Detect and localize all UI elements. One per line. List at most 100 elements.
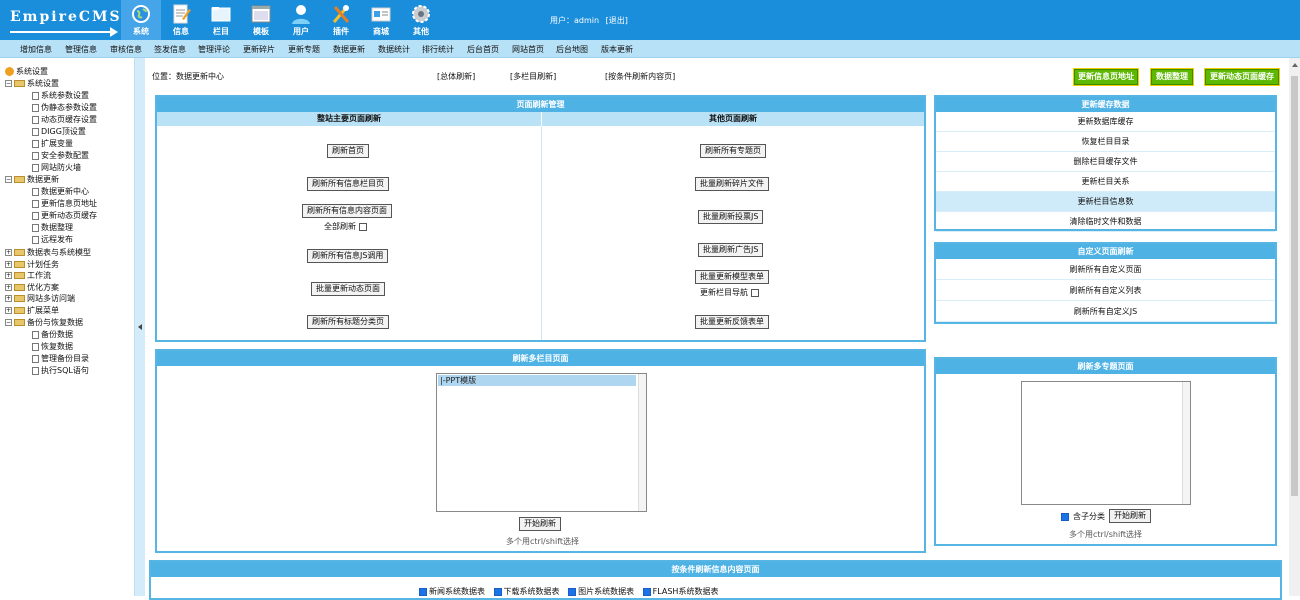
refresh-column-pages-button[interactable]: 刷新所有信息栏目页 xyxy=(307,177,389,191)
quick-version-update[interactable]: 版本更新 xyxy=(601,44,633,55)
flash-table-checkbox[interactable] xyxy=(642,587,651,596)
quick-manage-comments[interactable]: 管理评论 xyxy=(198,44,230,55)
nav-column[interactable]: 栏目 xyxy=(201,0,241,40)
tree-group-tables-models[interactable]: + 数据表与系统模型 xyxy=(5,247,91,258)
quick-data-update[interactable]: 数据更新 xyxy=(333,44,365,55)
tree-item[interactable]: 动态页缓存设置 xyxy=(32,114,97,125)
download-table-checkbox[interactable] xyxy=(493,587,502,596)
quick-admin-home[interactable]: 后台首页 xyxy=(467,44,499,55)
quick-update-fragments[interactable]: 更新碎片 xyxy=(243,44,275,55)
list-scrollbar[interactable] xyxy=(638,374,646,511)
tree-group-workflow[interactable]: + 工作流 xyxy=(5,270,51,281)
nav-info[interactable]: 信息 xyxy=(161,0,201,40)
refresh-title-category-button[interactable]: 刷新所有标题分类页 xyxy=(307,315,389,329)
tree-group-scheduled-tasks[interactable]: + 计划任务 xyxy=(5,259,59,270)
tree-group-system-settings[interactable]: − 系统设置 xyxy=(5,78,59,89)
tree-item[interactable]: 网站防火墙 xyxy=(32,162,81,173)
quick-menu: 增加信息 管理信息 审核信息 签发信息 管理评论 更新碎片 更新专题 数据更新 … xyxy=(0,40,1300,58)
restore-column-dir-link[interactable]: 恢复栏目目录 xyxy=(936,132,1275,152)
news-table-checkbox[interactable] xyxy=(419,587,427,596)
column-select-list[interactable]: |-PPT模版 xyxy=(436,373,647,512)
tree-item[interactable]: 恢复数据 xyxy=(32,341,73,352)
update-info-url-button[interactable]: 更新信息页地址 xyxy=(1073,68,1139,86)
tree-item[interactable]: 执行SQL语句 xyxy=(32,365,89,376)
link-total-refresh[interactable]: [总体刷新] xyxy=(437,71,475,82)
nav-template[interactable]: 模板 xyxy=(241,0,281,40)
clear-temp-files-link[interactable]: 清除临时文件和数据 xyxy=(936,212,1275,232)
quick-sign-info[interactable]: 签发信息 xyxy=(154,44,186,55)
update-column-relation-link[interactable]: 更新栏目关系 xyxy=(936,172,1275,192)
data-cleanup-button[interactable]: 数据整理 xyxy=(1150,68,1194,86)
tree-item-data-update-center[interactable]: 数据更新中心 xyxy=(32,186,89,197)
tree-root[interactable]: 系统设置 xyxy=(5,66,48,77)
start-refresh-columns-button[interactable]: 开始刷新 xyxy=(519,517,561,531)
refresh-custom-pages-link[interactable]: 刷新所有自定义页面 xyxy=(936,259,1275,280)
quick-manage-info[interactable]: 管理信息 xyxy=(65,44,97,55)
tree-item[interactable]: 扩展变量 xyxy=(32,138,73,149)
tree-group-extend-menu[interactable]: + 扩展菜单 xyxy=(5,305,59,316)
quick-add-info[interactable]: 增加信息 xyxy=(20,44,52,55)
tree-group-optimization[interactable]: + 优化方案 xyxy=(5,282,59,293)
select-hint: 多个用ctrl/shift选择 xyxy=(506,537,580,546)
refresh-content-pages-button[interactable]: 刷新所有信息内容页面 xyxy=(302,204,392,218)
scroll-up-icon[interactable] xyxy=(1292,63,1298,67)
nav-shop[interactable]: 商城 xyxy=(361,0,401,40)
tree-item[interactable]: 管理备份目录 xyxy=(32,353,89,364)
photo-table-checkbox[interactable] xyxy=(568,587,577,596)
sidebar-toggle[interactable] xyxy=(134,58,145,596)
tree-item[interactable]: 安全参数配置 xyxy=(32,150,89,161)
tree-item[interactable]: DIGG顶设置 xyxy=(32,126,86,137)
tree-item[interactable]: 系统参数设置 xyxy=(32,90,89,101)
nav-plugin[interactable]: 插件 xyxy=(321,0,361,40)
quick-site-home[interactable]: 网站首页 xyxy=(512,44,544,55)
scroll-thumb[interactable] xyxy=(1291,76,1298,496)
update-feedback-form-button[interactable]: 批量更新反馈表单 xyxy=(695,315,769,329)
logo[interactable]: EmpireCMS xyxy=(4,6,120,37)
quick-rank-stats[interactable]: 排行统计 xyxy=(422,44,454,55)
link-multi-column-refresh[interactable]: [多栏目刷新] xyxy=(510,71,556,82)
panel-title: 按条件刷新信息内容页面 xyxy=(151,562,1280,577)
refresh-fragments-button[interactable]: 批量刷新碎片文件 xyxy=(695,177,769,191)
update-db-cache-link[interactable]: 更新数据库缓存 xyxy=(936,112,1275,132)
tree-item[interactable]: 数据整理 xyxy=(32,222,73,233)
nav-other[interactable]: 其他 xyxy=(401,0,441,40)
tree-group-multi-access[interactable]: + 网站多访问端 xyxy=(5,293,75,304)
tree-group-backup[interactable]: − 备份与恢复数据 xyxy=(5,317,83,328)
refresh-vote-js-button[interactable]: 批量刷新投票JS xyxy=(698,210,764,224)
list-scrollbar[interactable] xyxy=(1182,382,1190,504)
refresh-custom-js-link[interactable]: 刷新所有自定义JS xyxy=(936,301,1275,322)
start-refresh-specials-button[interactable]: 开始刷新 xyxy=(1109,509,1151,523)
include-subclass-checkbox[interactable] xyxy=(1061,512,1069,521)
update-model-form-button[interactable]: 批量更新模型表单 xyxy=(695,270,769,284)
quick-review-info[interactable]: 审核信息 xyxy=(110,44,142,55)
tree-item[interactable]: 伪静态参数设置 xyxy=(32,102,97,113)
quick-data-stats[interactable]: 数据统计 xyxy=(378,44,410,55)
update-dynamic-pages-button[interactable]: 批量更新动态页面 xyxy=(311,282,385,296)
nav-system[interactable]: 系统 xyxy=(121,0,161,40)
refresh-ad-js-button[interactable]: 批量刷新广告JS xyxy=(698,243,764,257)
vertical-scrollbar[interactable] xyxy=(1289,58,1300,596)
tree-item[interactable]: 备份数据 xyxy=(32,329,73,340)
tree-group-data-update[interactable]: − 数据更新 xyxy=(5,174,59,185)
panel-title: 刷新多专题页面 xyxy=(936,359,1275,374)
tree-item[interactable]: 更新信息页地址 xyxy=(32,198,97,209)
update-nav-checkbox[interactable] xyxy=(751,288,759,297)
update-dynamic-cache-button[interactable]: 更新动态页面缓存 xyxy=(1204,68,1280,86)
link-conditional-refresh[interactable]: [按条件刷新内容页] xyxy=(605,71,675,82)
tree-item[interactable]: 更新动态页缓存 xyxy=(32,210,97,221)
refresh-info-js-button[interactable]: 刷新所有信息JS调用 xyxy=(307,249,389,263)
refresh-all-checkbox[interactable] xyxy=(359,222,367,231)
quick-admin-map[interactable]: 后台地图 xyxy=(556,44,588,55)
update-column-count-link[interactable]: 更新栏目信息数 xyxy=(936,192,1275,212)
refresh-custom-lists-link[interactable]: 刷新所有自定义列表 xyxy=(936,280,1275,301)
tree-item[interactable]: 远程发布 xyxy=(32,234,73,245)
folder-icon xyxy=(14,284,25,291)
nav-user[interactable]: 用户 xyxy=(281,0,321,40)
special-select-list[interactable] xyxy=(1021,381,1191,505)
refresh-specials-button[interactable]: 刷新所有专题页 xyxy=(700,144,766,158)
column-option[interactable]: |-PPT模版 xyxy=(438,375,636,386)
refresh-home-button[interactable]: 刷新首页 xyxy=(327,144,369,158)
quick-update-specials[interactable]: 更新专题 xyxy=(288,44,320,55)
logout-link[interactable]: [退出] xyxy=(606,16,628,25)
delete-column-cache-link[interactable]: 删除栏目缓存文件 xyxy=(936,152,1275,172)
